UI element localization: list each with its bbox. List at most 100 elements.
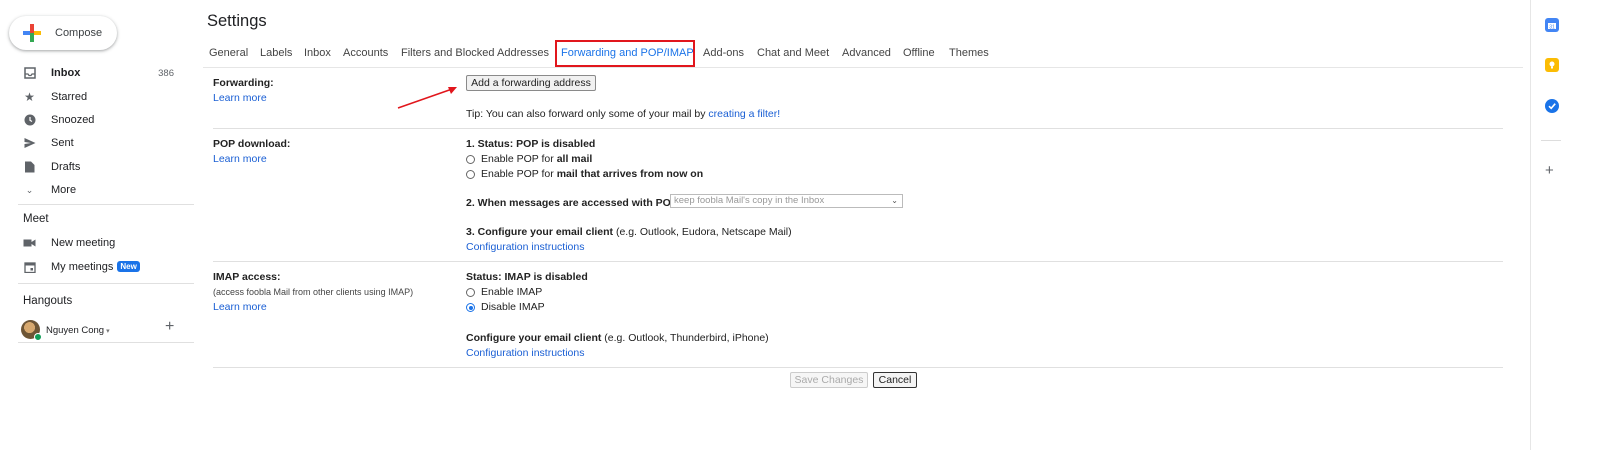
tab-filters[interactable]: Filters and Blocked Addresses (401, 38, 549, 68)
pop-status: 1. Status: POP is disabled (466, 138, 596, 150)
clock-icon (23, 114, 36, 127)
tab-labels[interactable]: Labels (260, 38, 292, 68)
pop-learn-more-link[interactable]: Learn more (213, 153, 267, 165)
forwarding-label: Forwarding: (213, 77, 274, 89)
tab-inbox[interactable]: Inbox (304, 38, 331, 68)
sidebar-item-label: Snoozed (51, 114, 95, 126)
sidebar-item-label: Starred (51, 91, 88, 103)
pop-from-now-radio[interactable] (466, 170, 475, 179)
sidebar-item-label: Drafts (51, 161, 81, 173)
rail-divider (1541, 140, 1561, 141)
meet-title: Meet (23, 213, 49, 225)
tasks-app-icon[interactable] (1545, 99, 1559, 113)
video-icon (23, 237, 36, 250)
enable-imap-radio[interactable] (466, 288, 475, 297)
sidebar-divider (18, 342, 194, 343)
sidebar-item-label: More (51, 184, 77, 196)
inbox-icon (23, 67, 36, 80)
hangouts-user-name: Nguyen Cong (46, 325, 105, 336)
option-text: Enable POP for (481, 168, 557, 180)
imap-configure-client: Configure your email client (e.g. Outloo… (466, 332, 769, 344)
tab-add-ons[interactable]: Add-ons (703, 38, 744, 68)
sidebar-item-label: New meeting (51, 237, 116, 249)
compose-button[interactable]: Compose (9, 16, 117, 50)
pop-when-accessed-label: 2. When messages are accessed with POP (466, 197, 678, 209)
hangouts-title: Hangouts (23, 295, 73, 307)
sidebar-item-label: Sent (51, 137, 74, 149)
option-bold-text: mail that arrives from now on (556, 168, 704, 180)
sidebar-item-new-meeting[interactable]: New meeting (0, 232, 195, 254)
online-status-icon (34, 333, 42, 341)
tab-general[interactable]: General (209, 38, 248, 68)
sidebar-item-starred[interactable]: ★ Starred (0, 86, 195, 108)
create-filter-link[interactable]: creating a filter! (708, 108, 780, 120)
sidebar-divider (18, 204, 194, 205)
option-bold-text: all mail (556, 153, 593, 165)
tab-themes[interactable]: Themes (949, 38, 989, 68)
right-side-panel: 31 + (1530, 0, 1600, 450)
configure-rest-text: (e.g. Outlook, Eudora, Netscape Mail) (613, 226, 792, 238)
sidebar-item-drafts[interactable]: Drafts (0, 156, 195, 178)
disable-imap-label[interactable]: Disable IMAP (481, 301, 545, 313)
tab-chat-and-meet[interactable]: Chat and Meet (757, 38, 829, 68)
avatar[interactable] (21, 320, 42, 341)
option-text: Enable POP for (481, 153, 557, 165)
my-meetings-label: My meetings (51, 261, 114, 273)
pop-all-mail-label[interactable]: Enable POP for all mail (481, 153, 592, 165)
pop-action-select[interactable]: keep foobla Mail's copy in the Inbox ⌄ (670, 194, 903, 208)
add-forwarding-address-button[interactable]: Add a forwarding address (466, 75, 596, 91)
forwarding-tip: Tip: You can also forward only some of y… (466, 108, 780, 120)
draft-icon (23, 161, 36, 174)
imap-configuration-instructions-link[interactable]: Configuration instructions (466, 347, 584, 359)
sidebar-divider (18, 283, 194, 284)
calendar-app-icon[interactable]: 31 (1545, 18, 1559, 32)
pop-configuration-instructions-link[interactable]: Configuration instructions (466, 241, 584, 253)
active-tab-highlight-box (555, 40, 695, 67)
configure-bold-text: Configure your email client (466, 332, 602, 344)
imap-learn-more-link[interactable]: Learn more (213, 301, 267, 313)
sidebar-item-snoozed[interactable]: Snoozed (0, 109, 195, 131)
imap-status: Status: IMAP is disabled (466, 271, 588, 283)
new-badge: New (117, 261, 140, 272)
imap-access-label: IMAP access: (213, 271, 281, 283)
pop-download-label: POP download: (213, 138, 291, 150)
section-divider (213, 128, 1503, 129)
sidebar-item-more[interactable]: ⌄ More (0, 179, 195, 201)
sidebar-item-label: My meetings New (51, 261, 140, 273)
sidebar-item-sent[interactable]: Sent (0, 132, 195, 154)
tab-advanced[interactable]: Advanced (842, 38, 891, 68)
svg-text:31: 31 (1549, 25, 1555, 31)
save-changes-button[interactable]: Save Changes (790, 372, 868, 388)
add-hangout-icon[interactable]: + (165, 318, 174, 336)
imap-access-description: (access foobla Mail from other clients u… (213, 287, 414, 297)
sidebar-item-my-meetings[interactable]: My meetings New (0, 256, 195, 278)
star-icon: ★ (24, 90, 35, 104)
get-add-ons-icon[interactable]: + (1545, 162, 1554, 179)
tip-text: Tip: You can also forward only some of y… (466, 108, 709, 120)
keep-app-icon[interactable] (1545, 58, 1559, 72)
tab-offline[interactable]: Offline (903, 38, 935, 68)
caret-down-icon: ▾ (106, 328, 110, 335)
calendar-icon (23, 261, 36, 274)
hangouts-user[interactable]: Nguyen Cong ▾ (46, 325, 110, 336)
compose-plus-icon (23, 24, 41, 42)
configure-rest-text: (e.g. Outlook, Thunderbird, iPhone) (601, 332, 769, 344)
compose-label: Compose (55, 27, 103, 39)
section-divider (213, 367, 1503, 368)
sidebar-item-label: Inbox (51, 67, 81, 79)
disable-imap-radio[interactable] (466, 303, 475, 312)
pop-configure-client: 3. Configure your email client (e.g. Out… (466, 226, 792, 238)
annotation-arrow-icon (397, 87, 457, 109)
page-title: Settings (207, 12, 267, 30)
pop-all-mail-radio[interactable] (466, 155, 475, 164)
sidebar-item-inbox[interactable]: Inbox 386 (0, 62, 195, 84)
forwarding-learn-more-link[interactable]: Learn more (213, 92, 267, 104)
chevron-down-icon: ⌄ (25, 184, 34, 195)
pop-from-now-label[interactable]: Enable POP for mail that arrives from no… (481, 168, 703, 180)
select-value: keep foobla Mail's copy in the Inbox (674, 195, 825, 206)
enable-imap-label[interactable]: Enable IMAP (481, 286, 542, 298)
left-sidebar: Compose Inbox 386 ★ Starred Snoozed Sent… (0, 0, 195, 450)
cancel-button[interactable]: Cancel (873, 372, 917, 388)
chevron-down-icon: ⌄ (891, 196, 898, 205)
tab-accounts[interactable]: Accounts (343, 38, 388, 68)
